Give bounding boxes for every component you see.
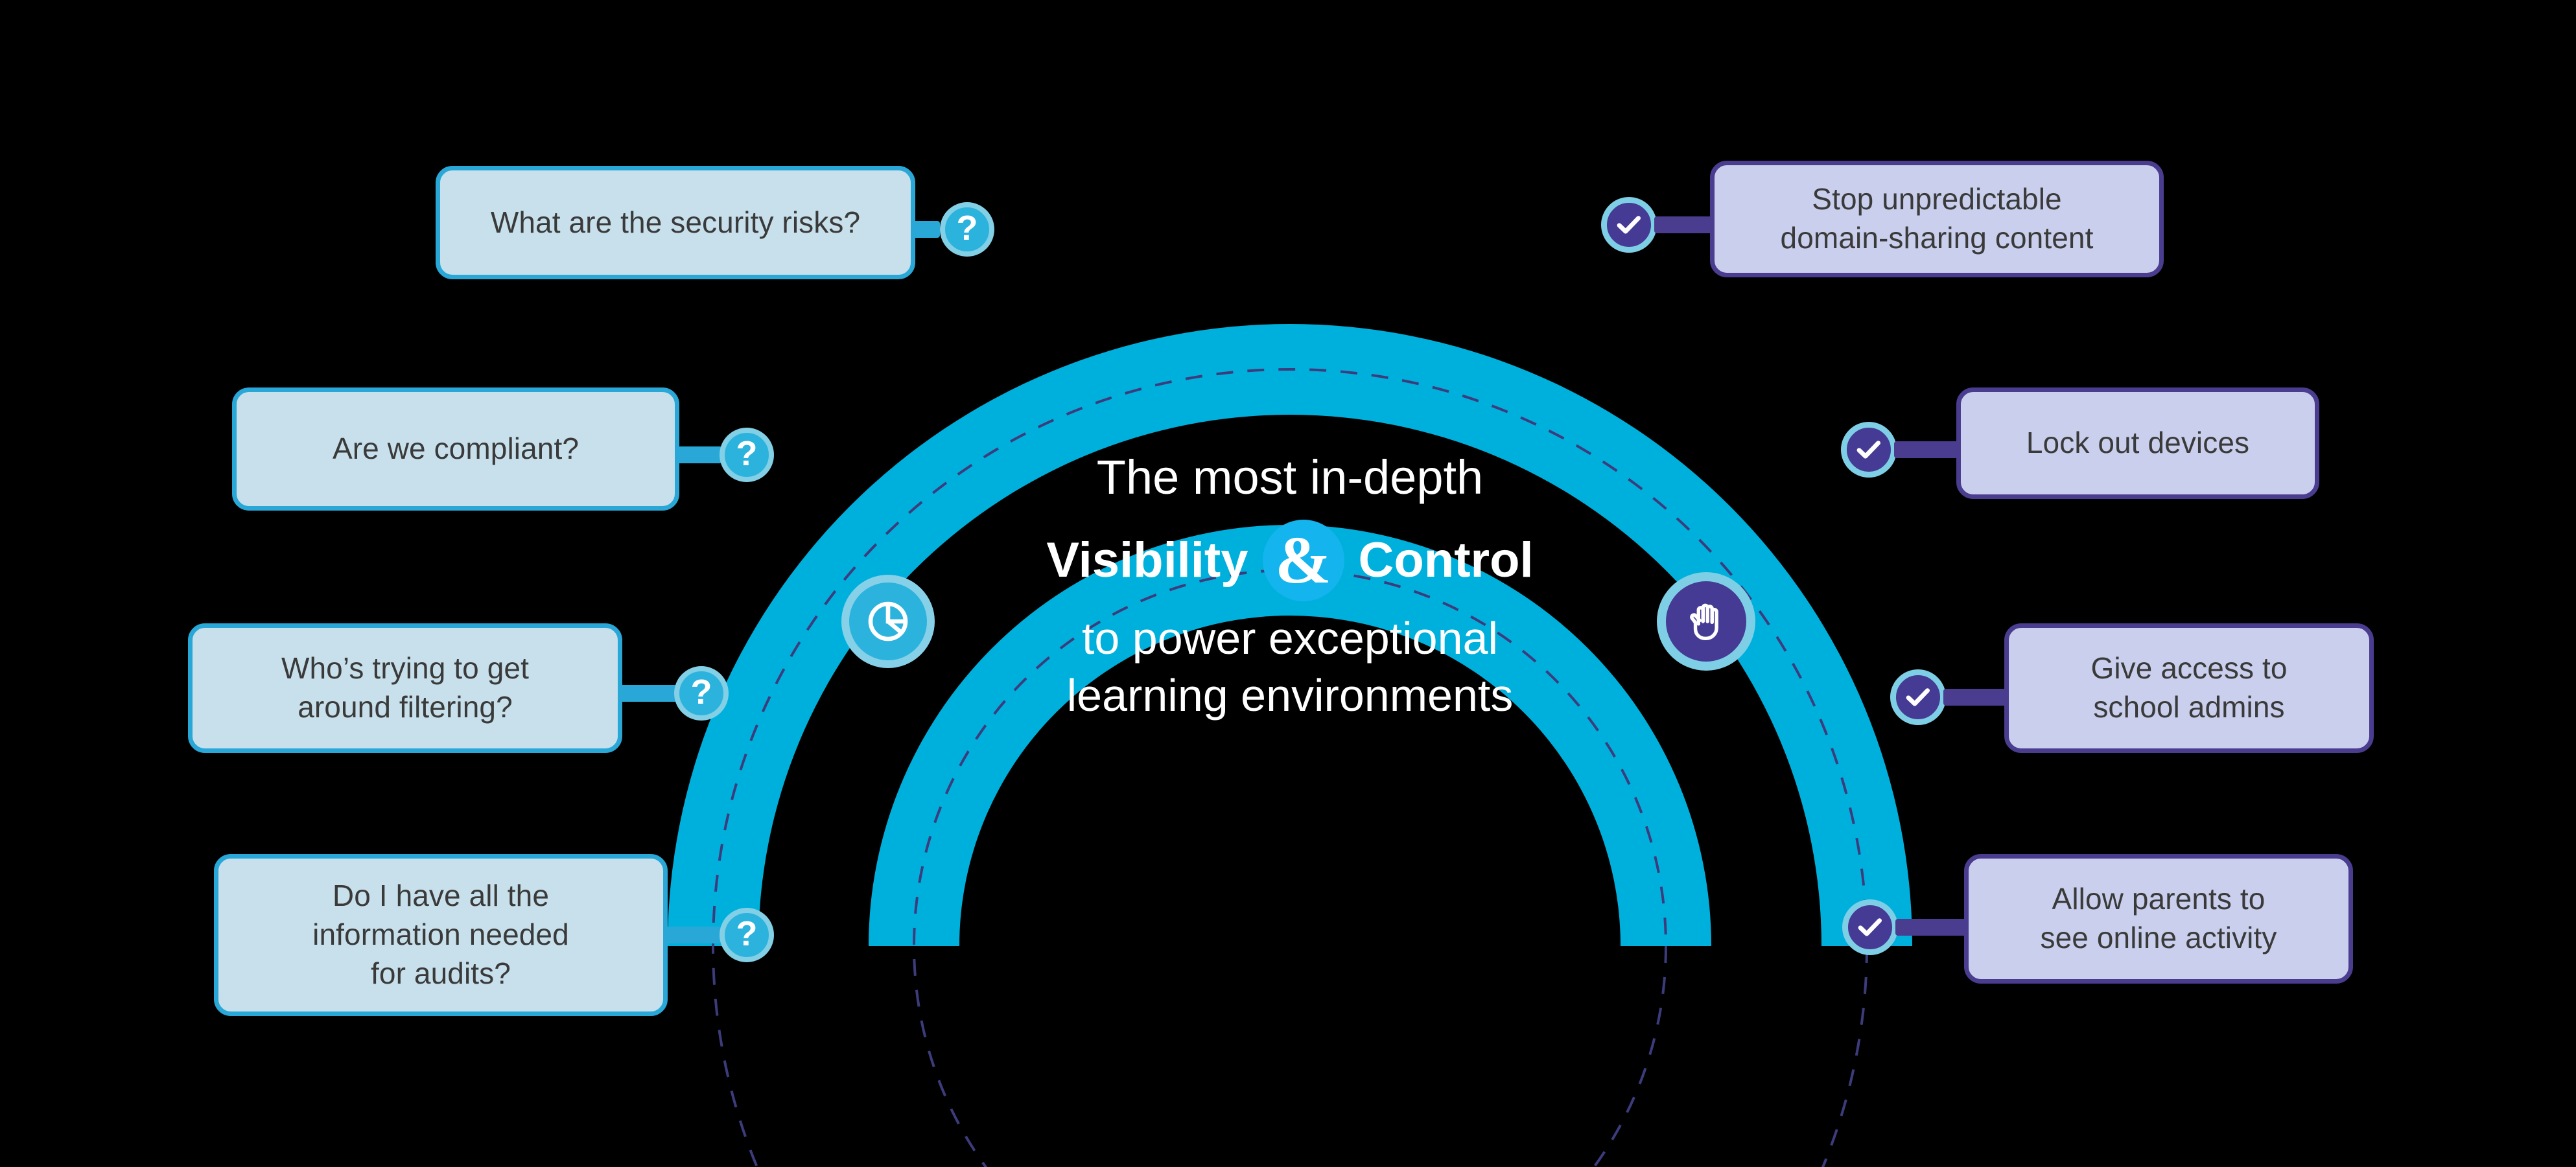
connector-lock-devices [1894, 441, 1965, 458]
check-icon [1906, 688, 1930, 706]
question-label-audit-info: Do I have all the information needed for… [312, 879, 569, 990]
question-box-audit-info[interactable]: Do I have all the information needed for… [214, 854, 668, 1016]
question-mark-icon: ? [736, 914, 758, 953]
answer-label-domain-sharing: Stop unpredictable domain-sharing conten… [1780, 182, 2094, 255]
answer-badge-lock-devices[interactable] [1841, 422, 1897, 478]
check-icon [1858, 918, 1882, 936]
answer-box-parent-activity[interactable]: Allow parents to see online activity [1964, 854, 2353, 984]
check-icon [1856, 441, 1881, 459]
answer-box-school-admins[interactable]: Give access to school admins [2004, 623, 2374, 753]
check-icon [1617, 216, 1641, 234]
question-badge-filter-bypass[interactable]: ? [674, 666, 729, 721]
answer-badge-domain-sharing[interactable] [1601, 197, 1657, 253]
answer-label-parent-activity: Allow parents to see online activity [2040, 882, 2277, 954]
infographic-canvas: What are the security risks? ? Are we co… [0, 0, 2576, 1167]
answer-badge-parent-activity[interactable] [1842, 899, 1898, 955]
question-label-security-risks: What are the security risks? [490, 205, 861, 239]
visibility-node[interactable] [841, 575, 935, 668]
answer-box-domain-sharing[interactable]: Stop unpredictable domain-sharing conten… [1710, 161, 2164, 277]
question-mark-icon: ? [956, 209, 978, 248]
question-badge-audit-info[interactable]: ? [720, 908, 774, 962]
question-label-filter-bypass: Who’s trying to get around filtering? [281, 651, 529, 724]
question-mark-icon: ? [736, 434, 758, 473]
pie-chart-icon [868, 601, 908, 641]
inner-arc [869, 525, 1711, 946]
question-badge-compliance[interactable]: ? [720, 428, 774, 482]
answer-label-lock-devices: Lock out devices [2026, 426, 2250, 460]
control-node[interactable] [1657, 572, 1755, 671]
connector-parent-activity [1895, 919, 1967, 936]
question-mark-icon: ? [690, 673, 712, 711]
question-box-filter-bypass[interactable]: Who’s trying to get around filtering? [188, 623, 622, 753]
connector-domain-sharing [1654, 216, 1719, 233]
answer-badge-school-admins[interactable] [1890, 669, 1946, 725]
question-box-security-risks[interactable]: What are the security risks? [436, 166, 915, 279]
question-box-compliance[interactable]: Are we compliant? [232, 387, 679, 511]
answer-label-school-admins: Give access to school admins [2090, 651, 2288, 724]
answer-box-lock-devices[interactable]: Lock out devices [1956, 387, 2319, 499]
hand-stop-icon [1690, 603, 1718, 640]
question-label-compliance: Are we compliant? [332, 432, 580, 466]
question-badge-security-risks[interactable]: ? [940, 202, 994, 257]
